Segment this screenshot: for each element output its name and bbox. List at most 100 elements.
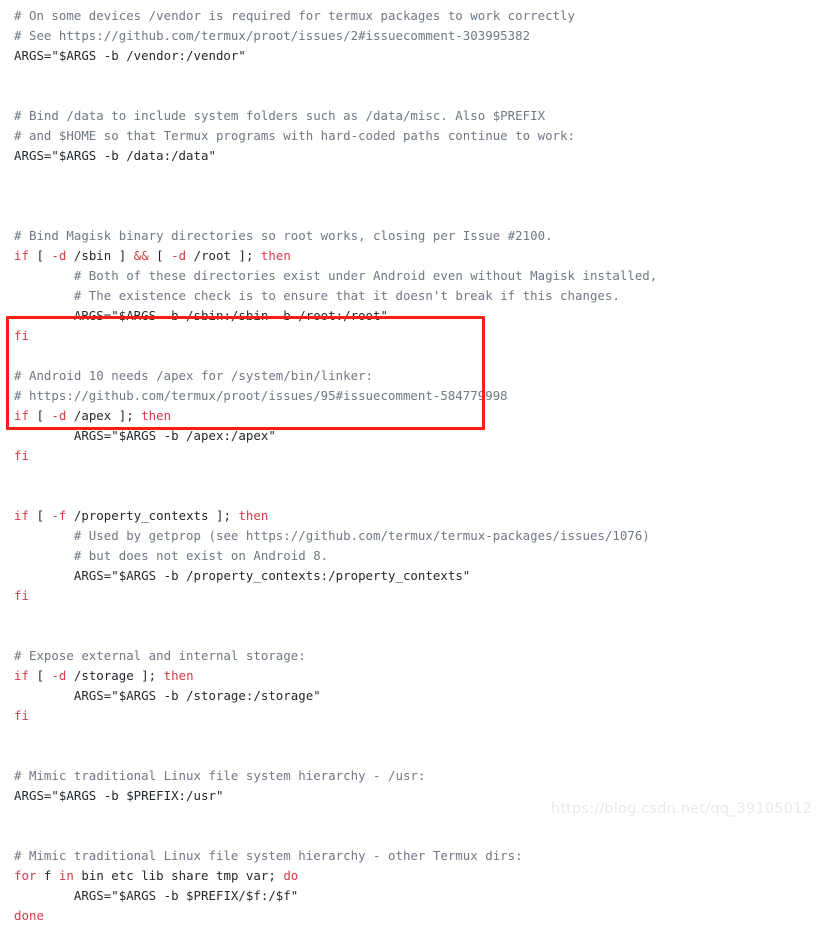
code-token-plain: /property_contexts ]; [66, 508, 239, 523]
code-token-comment: # Bind Magisk binary directories so root… [14, 228, 553, 243]
code-token-plain: ARGS="$ARGS -b /property_contexts:/prope… [73, 568, 471, 583]
code-token-plain: /sbin ] [66, 248, 134, 263]
code-token-kw: in [58, 868, 74, 883]
code-line: for f in bin etc lib share tmp var; do [0, 866, 820, 886]
code-line: ARGS="$ARGS -b /apex:/apex" [0, 426, 820, 446]
code-line: # Mimic traditional Linux file system hi… [0, 846, 820, 866]
code-line: # Bind Magisk binary directories so root… [0, 226, 820, 246]
code-line: # Both of these directories exist under … [0, 266, 820, 286]
code-token-kw: if [14, 508, 29, 523]
code-token-kw: -d [51, 248, 67, 263]
code-token-plain: [ [28, 408, 52, 423]
code-token-comment: # Mimic traditional Linux file system hi… [14, 848, 523, 863]
code-line: fi [0, 706, 820, 726]
code-token-plain: /storage ]; [66, 668, 164, 683]
code-token-plain: [ [28, 508, 52, 523]
code-line: ARGS="$ARGS -b /storage:/storage" [0, 686, 820, 706]
code-line: # Mimic traditional Linux file system hi… [0, 766, 820, 786]
code-token-plain: ARGS="$ARGS -b /data:/data" [14, 148, 216, 163]
code-token-kw: if [14, 408, 29, 423]
code-token-kw: do [283, 868, 299, 883]
code-token-kw: fi [14, 708, 29, 723]
code-line: # https://github.com/termux/proot/issues… [0, 386, 820, 406]
code-token-comment: # https://github.com/termux/proot/issues… [14, 388, 508, 403]
code-token-kw: fi [14, 328, 29, 343]
code-token-kw: -f [51, 508, 67, 523]
code-line: ARGS="$ARGS -b $PREFIX/$f:/$f" [0, 886, 820, 906]
code-token-kw: then [238, 508, 269, 523]
code-listing: # On some devices /vendor is required fo… [0, 0, 820, 926]
code-token-plain: [ [28, 248, 52, 263]
code-token-comment: # Expose external and internal storage: [14, 648, 306, 663]
code-token-kw: if [14, 248, 29, 263]
code-line: # See https://github.com/termux/proot/is… [0, 26, 820, 46]
code-line: # Used by getprop (see https://github.co… [0, 526, 820, 546]
code-token-kw: done [14, 908, 44, 923]
code-line: if [ -f /property_contexts ]; then [0, 506, 820, 526]
code-line: # Android 10 needs /apex for /system/bin… [0, 366, 820, 386]
code-token-comment: # On some devices /vendor is required fo… [14, 8, 575, 23]
code-token-kw: if [14, 668, 29, 683]
code-token-kw: fi [14, 588, 29, 603]
code-token-kw: fi [14, 448, 29, 463]
code-token-plain: ARGS="$ARGS -b $PREFIX/$f:/$f" [73, 888, 299, 903]
code-token-kw: -d [51, 408, 67, 423]
code-line: ARGS="$ARGS -b /sbin:/sbin -b /root:/roo… [0, 306, 820, 326]
code-line: # The existence check is to ensure that … [0, 286, 820, 306]
code-token-kw: then [260, 248, 291, 263]
code-line: ARGS="$ARGS -b /property_contexts:/prope… [0, 566, 820, 586]
code-token-plain: ARGS="$ARGS -b /vendor:/vendor" [14, 48, 246, 63]
code-token-comment: # Bind /data to include system folders s… [14, 108, 546, 123]
code-token-plain: bin etc lib share tmp var; [73, 868, 284, 883]
code-token-comment: # Used by getprop (see https://github.co… [73, 528, 650, 543]
code-line: # Bind /data to include system folders s… [0, 106, 820, 126]
code-line: done [0, 906, 820, 926]
code-token-kw: && [133, 248, 149, 263]
code-line: # but does not exist on Android 8. [0, 546, 820, 566]
code-token-kw: for [14, 868, 37, 883]
code-token-plain: ARGS="$ARGS -b /apex:/apex" [73, 428, 276, 443]
code-token-comment: # Mimic traditional Linux file system hi… [14, 768, 426, 783]
code-token-plain: ARGS="$ARGS -b $PREFIX:/usr" [14, 788, 224, 803]
code-line: # On some devices /vendor is required fo… [0, 6, 820, 26]
csdn-blog-watermark: https://blog.csdn.net/qq_39105012 [550, 801, 812, 817]
code-line: fi [0, 446, 820, 466]
code-line: # and $HOME so that Termux programs with… [0, 126, 820, 146]
code-line: if [ -d /apex ]; then [0, 406, 820, 426]
code-token-plain: ARGS="$ARGS -b /sbin:/sbin -b /root:/roo… [73, 308, 388, 323]
code-token-kw: then [163, 668, 194, 683]
code-token-plain: /root ]; [186, 248, 261, 263]
code-line: fi [0, 326, 820, 346]
code-token-kw: -d [51, 668, 67, 683]
code-line: fi [0, 586, 820, 606]
code-line: ARGS="$ARGS -b /data:/data" [0, 146, 820, 166]
code-token-kw: -d [171, 248, 187, 263]
code-token-plain: f [36, 868, 59, 883]
code-line: ARGS="$ARGS -b /vendor:/vendor" [0, 46, 820, 66]
code-token-comment: # but does not exist on Android 8. [73, 548, 329, 563]
code-line: if [ -d /sbin ] && [ -d /root ]; then [0, 246, 820, 266]
code-token-comment: # and $HOME so that Termux programs with… [14, 128, 575, 143]
code-token-comment: # See https://github.com/termux/proot/is… [14, 28, 531, 43]
code-token-plain: ARGS="$ARGS -b /storage:/storage" [73, 688, 321, 703]
code-token-comment: # Both of these directories exist under … [73, 268, 658, 283]
code-line: if [ -d /storage ]; then [0, 666, 820, 686]
code-token-comment: # The existence check is to ensure that … [73, 288, 620, 303]
code-token-plain: [ [28, 668, 52, 683]
code-line: # Expose external and internal storage: [0, 646, 820, 666]
code-token-kw: then [141, 408, 172, 423]
code-token-plain: [ [148, 248, 172, 263]
